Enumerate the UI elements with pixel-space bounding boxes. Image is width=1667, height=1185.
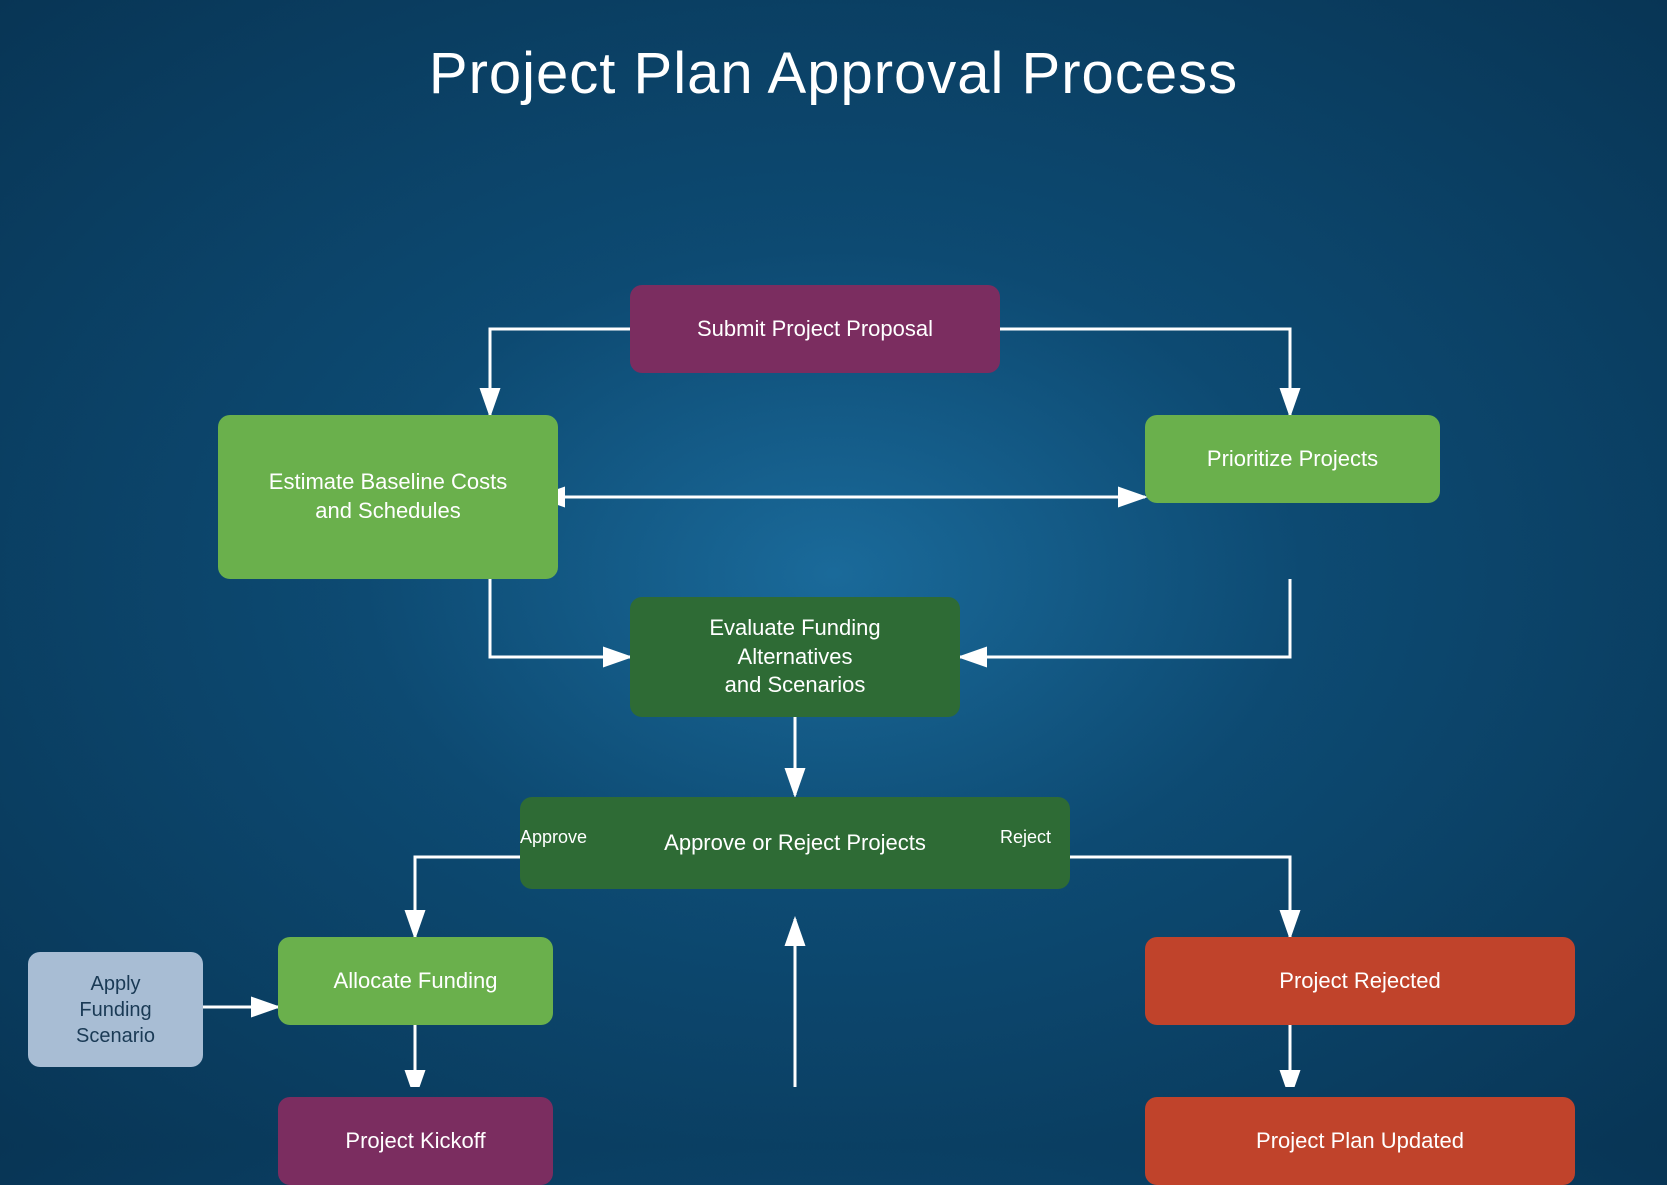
apply-funding-box: Apply Funding Scenario [28, 952, 203, 1067]
reject-label: Reject [1000, 827, 1051, 848]
approve-label: Approve [520, 827, 587, 848]
diagram-area: Submit Project Proposal Estimate Baselin… [0, 137, 1667, 1087]
kickoff-box: Project Kickoff [278, 1097, 553, 1185]
approve-reject-box: Approve or Reject Projects [520, 797, 1070, 889]
evaluate-box: Evaluate Funding Alternatives and Scenar… [630, 597, 960, 717]
updated-box: Project Plan Updated [1145, 1097, 1575, 1185]
submit-proposal-box: Submit Project Proposal [630, 285, 1000, 373]
allocate-box: Allocate Funding [278, 937, 553, 1025]
page-title: Project Plan Approval Process [0, 0, 1667, 137]
estimate-box: Estimate Baseline Costs and Schedules [218, 415, 558, 579]
prioritize-box: Prioritize Projects [1145, 415, 1440, 503]
rejected-box: Project Rejected [1145, 937, 1575, 1025]
